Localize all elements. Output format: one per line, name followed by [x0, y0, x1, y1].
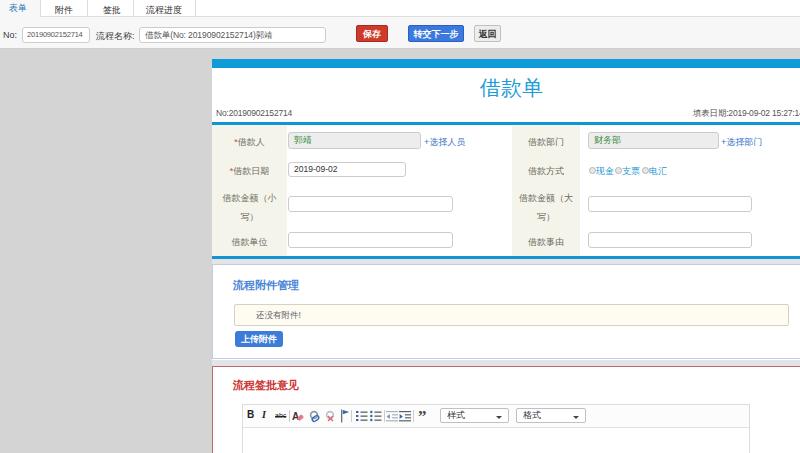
svg-text:A: A — [292, 411, 299, 422]
